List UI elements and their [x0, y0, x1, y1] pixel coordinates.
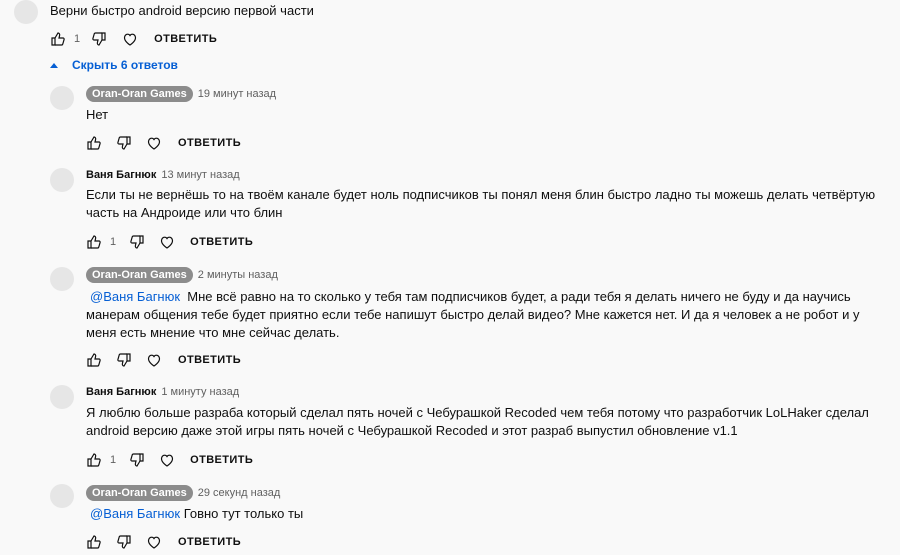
reply-button[interactable]: ОТВЕТИТЬ — [154, 33, 217, 45]
reply-button[interactable]: ОТВЕТИТЬ — [178, 137, 241, 149]
comment-actions: 1 ОТВЕТИТЬ — [50, 30, 217, 48]
comment-text: Верни быстро android версию первой части — [50, 3, 314, 18]
mention-link[interactable]: @Ваня Багнюк — [90, 289, 180, 304]
reply-button[interactable]: ОТВЕТИТЬ — [190, 236, 253, 248]
avatar[interactable] — [50, 267, 74, 291]
chevron-up-icon — [50, 62, 58, 68]
comment-text: @Ваня Багнюк Мне всё равно на то сколько… — [90, 288, 851, 306]
timestamp[interactable]: 29 секунд назад — [198, 486, 281, 500]
reply-header: Oran-Oran Games 19 минут назад — [86, 86, 276, 102]
comment-text: @Ваня Багнюк Говно тут только ты — [90, 505, 303, 523]
avatar[interactable] — [50, 86, 74, 110]
comment-text-line2: часть на Андроиде или что блин — [86, 205, 283, 220]
avatar[interactable] — [14, 0, 38, 24]
reply-header: Ваня Багнюк 1 минуту назад — [86, 385, 239, 399]
hide-replies-label: Скрыть 6 ответов — [72, 58, 178, 72]
author-badge[interactable]: Oran-Oran Games — [86, 267, 193, 283]
dislike-icon[interactable] — [116, 534, 132, 550]
author-badge[interactable]: Oran-Oran Games — [86, 485, 193, 501]
avatar[interactable] — [50, 385, 74, 409]
heart-icon[interactable] — [159, 452, 175, 468]
like-icon[interactable] — [86, 534, 102, 550]
dislike-icon[interactable] — [129, 234, 145, 250]
avatar[interactable] — [50, 168, 74, 192]
comment-text: Если ты не вернёшь то на твоём канале бу… — [86, 187, 876, 202]
dislike-icon[interactable] — [129, 452, 145, 468]
like-icon[interactable] — [50, 31, 66, 47]
timestamp[interactable]: 13 минут назад — [161, 168, 239, 182]
reply-button[interactable]: ОТВЕТИТЬ — [178, 536, 241, 548]
hide-replies-toggle[interactable]: Скрыть 6 ответов — [50, 58, 178, 72]
comment-actions: ОТВЕТИТЬ — [86, 533, 241, 551]
reply-header: Ваня Багнюк 13 минут назад — [86, 168, 240, 182]
like-count: 1 — [110, 236, 117, 248]
timestamp[interactable]: 2 минуты назад — [198, 268, 278, 282]
comment-text: Я люблю больше разраба который сделал пя… — [86, 405, 869, 420]
reply-header: Oran-Oran Games 2 минуты назад — [86, 267, 278, 283]
mention-link[interactable]: @Ваня Багнюк — [90, 506, 180, 521]
heart-icon[interactable] — [122, 31, 138, 47]
heart-icon[interactable] — [146, 534, 162, 550]
comment-text-line2: android версию даже этой игры пять ночей… — [86, 423, 738, 438]
comment-text: Нет — [86, 107, 109, 122]
dislike-icon[interactable] — [116, 352, 132, 368]
like-count: 1 — [110, 454, 117, 466]
comment-body: Мне всё равно на то сколько у тебя там п… — [187, 289, 851, 304]
comment-body: Говно тут только ты — [183, 506, 304, 521]
comment-actions: 1 ОТВЕТИТЬ — [86, 451, 253, 469]
reply-button[interactable]: ОТВЕТИТЬ — [178, 354, 241, 366]
comment-text-line3: меня есть мнение что мне сейчас делать. — [86, 325, 340, 340]
timestamp[interactable]: 1 минуту назад — [161, 385, 239, 399]
heart-icon[interactable] — [146, 135, 162, 151]
like-icon[interactable] — [86, 452, 102, 468]
like-icon[interactable] — [86, 234, 102, 250]
avatar[interactable] — [50, 484, 74, 508]
like-icon[interactable] — [86, 352, 102, 368]
reply-button[interactable]: ОТВЕТИТЬ — [190, 454, 253, 466]
author-name[interactable]: Ваня Багнюк — [86, 385, 156, 399]
dislike-icon[interactable] — [116, 135, 132, 151]
comment-actions: 1 ОТВЕТИТЬ — [86, 233, 253, 251]
timestamp[interactable]: 19 минут назад — [198, 87, 276, 101]
author-name[interactable]: Ваня Багнюк — [86, 168, 156, 182]
heart-icon[interactable] — [159, 234, 175, 250]
comment-actions: ОТВЕТИТЬ — [86, 134, 241, 152]
like-icon[interactable] — [86, 135, 102, 151]
like-count: 1 — [74, 33, 81, 45]
author-badge[interactable]: Oran-Oran Games — [86, 86, 193, 102]
heart-icon[interactable] — [146, 352, 162, 368]
dislike-icon[interactable] — [91, 31, 107, 47]
comment-actions: ОТВЕТИТЬ — [86, 351, 241, 369]
reply-header: Oran-Oran Games 29 секунд назад — [86, 485, 280, 501]
comment-text-line2: манерам общения тебе будет приятно если … — [86, 307, 860, 322]
